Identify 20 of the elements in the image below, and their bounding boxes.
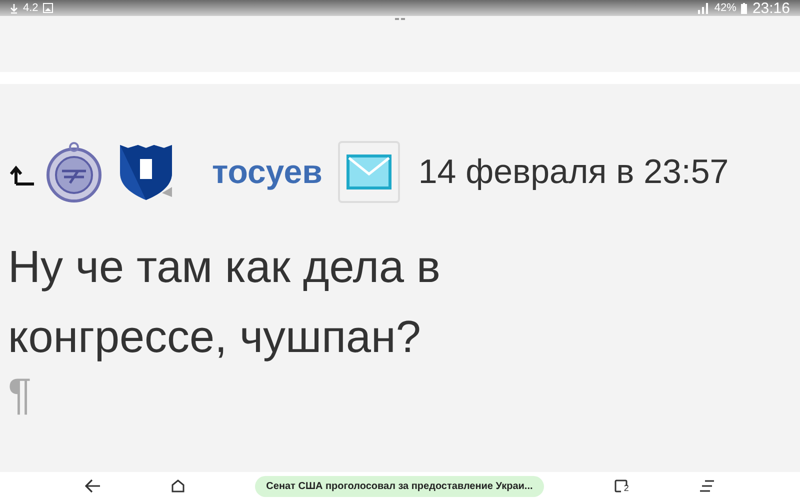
post-text: Ну че там как дела в конгрессе, чушпан? (8, 240, 442, 364)
back-icon[interactable] (85, 479, 102, 493)
drag-handle-icon[interactable] (395, 18, 405, 21)
reply-arrow-icon[interactable] (10, 164, 36, 186)
message-button[interactable] (338, 141, 400, 203)
news-chip[interactable]: Сенат США проголосовал за предоставление Украи... (255, 476, 544, 496)
post-date: 14 февраля в 23:57 (418, 152, 729, 192)
home-icon[interactable] (171, 479, 186, 493)
menu-icon[interactable] (698, 479, 715, 493)
status-text: 4.2 (23, 2, 38, 14)
envelope-icon (346, 154, 392, 190)
round-emblem-icon (44, 141, 104, 203)
author-link[interactable]: тосуев (212, 153, 322, 191)
battery-icon (741, 2, 748, 14)
battery-percent: 42% (714, 2, 736, 14)
clock: 23:16 (752, 0, 790, 16)
tabs-icon (614, 479, 628, 493)
shield-icon (118, 143, 174, 201)
download-icon (10, 2, 18, 14)
image-icon (43, 3, 54, 13)
